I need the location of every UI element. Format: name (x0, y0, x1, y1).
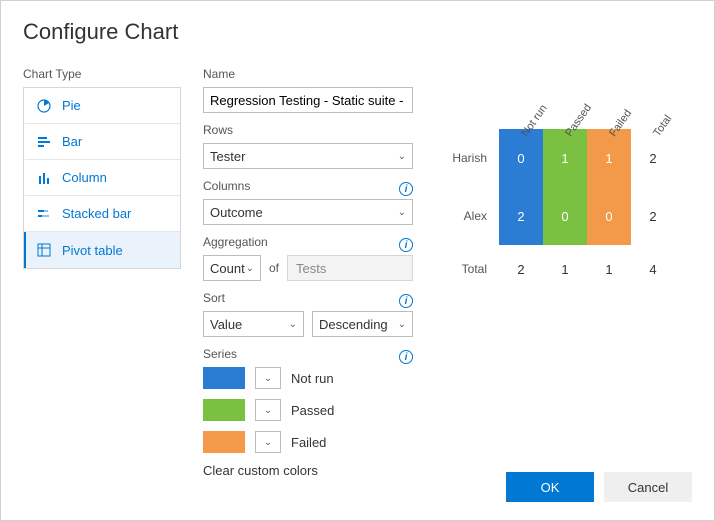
name-label: Name (203, 67, 413, 81)
series-list: ⌄ Not run ⌄ Passed ⌄ Failed (203, 367, 413, 453)
clear-custom-colors-link[interactable]: Clear custom colors (203, 463, 413, 478)
pivot-cell: 0 (499, 129, 543, 187)
pivot-cell: 1 (543, 245, 587, 293)
chevron-down-icon: ⌄ (289, 319, 297, 330)
series-label: Series (203, 347, 237, 361)
sort-dir-select[interactable]: Descending⌄ (312, 311, 413, 337)
series-row-failed: ⌄ Failed (203, 431, 413, 453)
columns-select[interactable]: Outcome⌄ (203, 199, 413, 225)
pivot-cell: 1 (587, 245, 631, 293)
columns-label: Columns (203, 179, 250, 193)
pivot-cell: 2 (499, 245, 543, 293)
chart-type-label: Pie (62, 98, 81, 113)
aggregation-label: Aggregation (203, 235, 268, 249)
chart-type-label: Column (62, 170, 107, 185)
series-row-not-run: ⌄ Not run (203, 367, 413, 389)
aggregation-target: Tests (287, 255, 413, 281)
cancel-button[interactable]: Cancel (604, 472, 692, 502)
rows-select[interactable]: Tester⌄ (203, 143, 413, 169)
chart-type-list: Pie Bar Column Stacked bar Pivot table (23, 87, 181, 269)
pivot-cell: 1 (543, 129, 587, 187)
color-swatch (203, 431, 245, 453)
pivot-row-label: Harish (445, 151, 499, 165)
name-input[interactable] (203, 87, 413, 113)
series-name: Not run (291, 371, 334, 386)
chart-type-label: Chart Type (23, 67, 181, 81)
chevron-down-icon: ⌄ (264, 373, 272, 384)
info-icon[interactable]: i (399, 294, 413, 308)
chevron-down-icon: ⌄ (264, 437, 272, 448)
chevron-down-icon: ⌄ (246, 263, 254, 274)
pivot-total-row: Total2114 (445, 245, 692, 293)
series-name: Passed (291, 403, 334, 418)
pivot-cell: 2 (631, 187, 675, 245)
pivot-row-label: Alex (445, 209, 499, 223)
bar-icon (36, 134, 52, 150)
chart-type-label: Pivot table (62, 243, 123, 258)
pivot-table-icon (36, 242, 52, 258)
color-swatch (203, 367, 245, 389)
pivot-cell: 0 (587, 187, 631, 245)
pivot-cell: 1 (587, 129, 631, 187)
color-select[interactable]: ⌄ (255, 367, 281, 389)
ok-button[interactable]: OK (506, 472, 594, 502)
chart-type-pivot-table[interactable]: Pivot table (24, 232, 180, 268)
chevron-down-icon: ⌄ (264, 405, 272, 416)
info-icon[interactable]: i (399, 182, 413, 196)
pivot-row: Harish0112 (445, 129, 692, 187)
column-icon (36, 170, 52, 186)
color-swatch (203, 399, 245, 421)
color-select[interactable]: ⌄ (255, 431, 281, 453)
chart-type-label: Bar (62, 134, 82, 149)
pivot-preview: Not runPassedFailedTotalHarish0112Alex20… (445, 129, 692, 293)
chart-type-stacked-bar[interactable]: Stacked bar (24, 196, 180, 232)
chart-type-column[interactable]: Column (24, 160, 180, 196)
rows-label: Rows (203, 123, 413, 137)
sort-by-select[interactable]: Value⌄ (203, 311, 304, 337)
of-label: of (269, 261, 279, 275)
chart-type-label: Stacked bar (62, 206, 131, 221)
pivot-cell: 2 (631, 129, 675, 187)
info-icon[interactable]: i (399, 238, 413, 252)
series-row-passed: ⌄ Passed (203, 399, 413, 421)
info-icon[interactable]: i (399, 350, 413, 364)
sort-label: Sort (203, 291, 225, 305)
chevron-down-icon: ⌄ (398, 319, 406, 330)
chevron-down-icon: ⌄ (398, 207, 406, 218)
aggregation-select[interactable]: Count⌄ (203, 255, 261, 281)
chevron-down-icon: ⌄ (398, 151, 406, 162)
configure-chart-dialog: Configure Chart Chart Type Pie Bar Column S… (0, 0, 715, 521)
pivot-row: Alex2002 (445, 187, 692, 245)
dialog-title: Configure Chart (23, 19, 692, 45)
stacked-bar-icon (36, 206, 52, 222)
pivot-row-label: Total (445, 262, 499, 276)
pivot-cell: 2 (499, 187, 543, 245)
pivot-cell: 4 (631, 245, 675, 293)
pivot-cell: 0 (543, 187, 587, 245)
series-name: Failed (291, 435, 326, 450)
chart-type-pie[interactable]: Pie (24, 88, 180, 124)
chart-type-bar[interactable]: Bar (24, 124, 180, 160)
color-select[interactable]: ⌄ (255, 399, 281, 421)
pie-icon (36, 98, 52, 114)
